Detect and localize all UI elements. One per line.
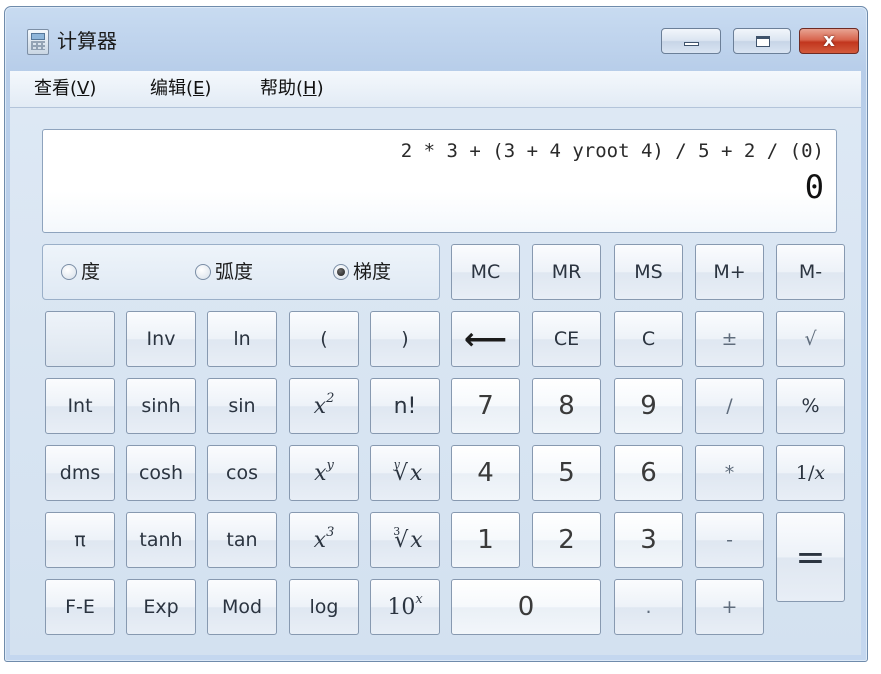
sqrt-button[interactable]: √ bbox=[776, 311, 845, 367]
digit-1-button[interactable]: 1 bbox=[451, 512, 520, 568]
window-title: 计算器 bbox=[57, 29, 117, 53]
digit-9-button[interactable]: 9 bbox=[614, 378, 683, 434]
subtract-button[interactable]: - bbox=[695, 512, 764, 568]
menu-help[interactable]: 帮助(H) bbox=[260, 77, 324, 101]
x-squared-button[interactable]: x2 bbox=[289, 378, 359, 434]
c-button[interactable]: C bbox=[614, 311, 683, 367]
close-button[interactable]: x bbox=[799, 28, 859, 54]
radio-radians-indicator bbox=[195, 264, 211, 280]
radio-grads-indicator bbox=[333, 264, 349, 280]
ten-pow-x-button[interactable]: 10 x bbox=[370, 579, 440, 635]
digit-6-button[interactable]: 6 bbox=[614, 445, 683, 501]
mod-button[interactable]: Mod bbox=[207, 579, 277, 635]
divide-button[interactable]: / bbox=[695, 378, 764, 434]
calculator-window: 计算器 x 查看(V) 编辑(E) 帮助(H) 2 * 3 + (3 + 4 y… bbox=[4, 6, 868, 662]
maximize-icon bbox=[756, 36, 770, 47]
minimize-icon bbox=[684, 42, 699, 46]
radio-degrees[interactable]: 度 bbox=[61, 261, 100, 283]
percent-button[interactable]: % bbox=[776, 378, 845, 434]
digit-8-button[interactable]: 8 bbox=[532, 378, 601, 434]
display-panel: 2 * 3 + (3 + 4 yroot 4) / 5 + 2 / (0) 0 bbox=[42, 129, 837, 233]
radio-radians[interactable]: 弧度 bbox=[195, 261, 253, 283]
y-root-x-button[interactable]: y √ x bbox=[370, 445, 440, 501]
multiply-button[interactable]: * bbox=[695, 445, 764, 501]
backspace-button[interactable]: ⟵ bbox=[451, 311, 520, 367]
calculator-app-icon bbox=[27, 29, 49, 55]
decimal-button[interactable]: . bbox=[614, 579, 683, 635]
tanh-button[interactable]: tanh bbox=[126, 512, 196, 568]
digit-7-button[interactable]: 7 bbox=[451, 378, 520, 434]
radio-grads[interactable]: 梯度 bbox=[333, 261, 391, 283]
digit-3-button[interactable]: 3 bbox=[614, 512, 683, 568]
x-pow-y-button[interactable]: xy bbox=[289, 445, 359, 501]
angle-mode-group: 度 弧度 梯度 bbox=[42, 244, 440, 300]
maximize-button[interactable] bbox=[733, 28, 791, 54]
digit-5-button[interactable]: 5 bbox=[532, 445, 601, 501]
digit-2-button[interactable]: 2 bbox=[532, 512, 601, 568]
dms-button[interactable]: dms bbox=[45, 445, 115, 501]
title-bar[interactable]: 计算器 x bbox=[5, 7, 867, 71]
fe-button[interactable]: F-E bbox=[45, 579, 115, 635]
pi-button[interactable]: π bbox=[45, 512, 115, 568]
close-icon: x bbox=[823, 30, 835, 51]
close-paren-button[interactable]: ) bbox=[370, 311, 440, 367]
int-button[interactable]: Int bbox=[45, 378, 115, 434]
menu-bar: 查看(V) 编辑(E) 帮助(H) bbox=[10, 71, 861, 108]
calculator-body: 2 * 3 + (3 + 4 yroot 4) / 5 + 2 / (0) 0 … bbox=[10, 108, 861, 655]
reciprocal-button[interactable]: 1/x bbox=[776, 445, 845, 501]
digit-0-button[interactable]: 0 bbox=[451, 579, 601, 635]
ce-button[interactable]: CE bbox=[532, 311, 601, 367]
equals-button[interactable]: = bbox=[776, 512, 845, 602]
digit-4-button[interactable]: 4 bbox=[451, 445, 520, 501]
tan-button[interactable]: tan bbox=[207, 512, 277, 568]
expression-text: 2 * 3 + (3 + 4 yroot 4) / 5 + 2 / (0) bbox=[400, 140, 824, 162]
cos-button[interactable]: cos bbox=[207, 445, 277, 501]
m-plus-button[interactable]: M+ bbox=[695, 244, 764, 300]
log-button[interactable]: log bbox=[289, 579, 359, 635]
menu-edit[interactable]: 编辑(E) bbox=[150, 77, 211, 101]
x-cubed-button[interactable]: x3 bbox=[289, 512, 359, 568]
radio-degrees-indicator bbox=[61, 264, 77, 280]
factorial-button[interactable]: n! bbox=[370, 378, 440, 434]
backspace-icon: ⟵ bbox=[463, 321, 507, 357]
blank-button bbox=[45, 311, 115, 367]
mc-button[interactable]: MC bbox=[451, 244, 520, 300]
ms-button[interactable]: MS bbox=[614, 244, 683, 300]
sin-button[interactable]: sin bbox=[207, 378, 277, 434]
open-paren-button[interactable]: ( bbox=[289, 311, 359, 367]
minimize-button[interactable] bbox=[661, 28, 721, 54]
cosh-button[interactable]: cosh bbox=[126, 445, 196, 501]
sinh-button[interactable]: sinh bbox=[126, 378, 196, 434]
exp-button[interactable]: Exp bbox=[126, 579, 196, 635]
result-text: 0 bbox=[804, 168, 824, 206]
mr-button[interactable]: MR bbox=[532, 244, 601, 300]
add-button[interactable]: + bbox=[695, 579, 764, 635]
menu-view[interactable]: 查看(V) bbox=[34, 77, 96, 101]
ln-button[interactable]: ln bbox=[207, 311, 277, 367]
cube-root-button[interactable]: 3 √ x bbox=[370, 512, 440, 568]
inv-button[interactable]: Inv bbox=[126, 311, 196, 367]
m-minus-button[interactable]: M- bbox=[776, 244, 845, 300]
plus-minus-button[interactable]: ± bbox=[695, 311, 764, 367]
